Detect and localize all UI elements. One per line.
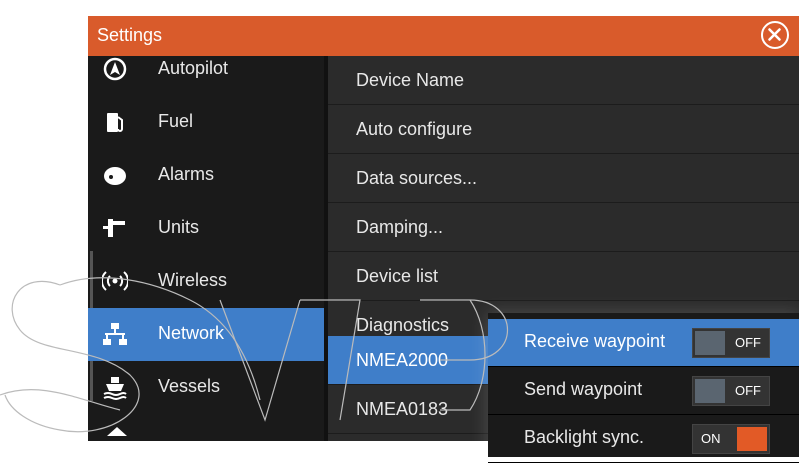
sidebar-item-label: Network [158, 323, 225, 343]
list-item-data-sources[interactable]: Data sources... [328, 154, 799, 203]
list-item-device-name[interactable]: Device Name [328, 56, 799, 105]
list-item-label: Data sources... [356, 168, 478, 188]
sidebar-item-label: Alarms [158, 164, 215, 184]
list-item-label: Auto configure [356, 119, 473, 139]
sidebar-item-label: Wireless [158, 270, 228, 290]
popup-row-label: Backlight sync. [524, 427, 645, 447]
sidebar-item-autopilot[interactable]: Autopilot [88, 43, 324, 96]
autopilot-icon [103, 57, 127, 81]
send-waypoint-toggle[interactable]: OFF [692, 376, 770, 406]
list-item-damping[interactable]: Damping... [328, 203, 799, 252]
toggle-state-label: ON [701, 431, 721, 446]
list-item-device-list[interactable]: Device list [328, 252, 799, 301]
alarm-bell-icon [104, 167, 126, 185]
sidebar-item-vessels[interactable]: Vessels [88, 361, 324, 414]
receive-waypoint-toggle[interactable]: OFF [692, 328, 770, 358]
settings-sidebar: Autopilot Fuel Alarms Units Wireless Net… [88, 56, 324, 441]
toggle-knob [695, 379, 725, 403]
sidebar-item-alarms[interactable]: Alarms [88, 149, 324, 202]
sidebar-item-units[interactable]: Units [88, 202, 324, 255]
list-item-label: Diagnostics [356, 315, 450, 335]
popup-row-label: Send waypoint [524, 379, 643, 399]
sidebar-item-label: Fuel [158, 111, 194, 131]
popup-row-label: Receive waypoint [524, 331, 666, 351]
popup-row-backlight-sync[interactable]: Backlight sync. ON [488, 415, 799, 463]
toggle-state-label: OFF [735, 335, 761, 350]
list-item-label: NMEA0183 [356, 399, 449, 419]
sidebar-item-label: Autopilot [158, 58, 229, 78]
list-item-label: Device list [356, 266, 439, 286]
network-icon [103, 323, 127, 345]
sidebar-item-network[interactable]: Network [88, 308, 324, 361]
fuel-pump-icon [107, 113, 123, 132]
toggle-knob [695, 331, 725, 355]
sidebar-item-label: Vessels [158, 376, 221, 396]
toggle-knob [737, 427, 767, 451]
sidebar-item-fuel[interactable]: Fuel [88, 96, 324, 149]
nmea2000-popup-menu: Receive waypoint OFF Send waypoint OFF B… [488, 313, 799, 463]
toggle-state-label: OFF [735, 383, 761, 398]
sidebar-item-wireless[interactable]: Wireless [88, 255, 324, 308]
list-item-auto-configure[interactable]: Auto configure [328, 105, 799, 154]
wireless-icon [102, 271, 128, 291]
partial-sidebar-icon [107, 427, 127, 436]
list-item-label: Damping... [356, 217, 444, 237]
close-icon [768, 28, 781, 41]
sidebar-item-label: Units [158, 217, 200, 237]
vessel-icon [103, 377, 127, 400]
list-item-label: NMEA2000 [356, 350, 449, 370]
popup-row-send-waypoint[interactable]: Send waypoint OFF [488, 367, 799, 415]
list-item-label: Device Name [356, 70, 465, 90]
popup-row-receive-waypoint[interactable]: Receive waypoint OFF [488, 319, 799, 367]
backlight-sync-toggle[interactable]: ON [692, 424, 770, 454]
units-icon [103, 219, 125, 237]
close-button[interactable] [761, 21, 789, 49]
